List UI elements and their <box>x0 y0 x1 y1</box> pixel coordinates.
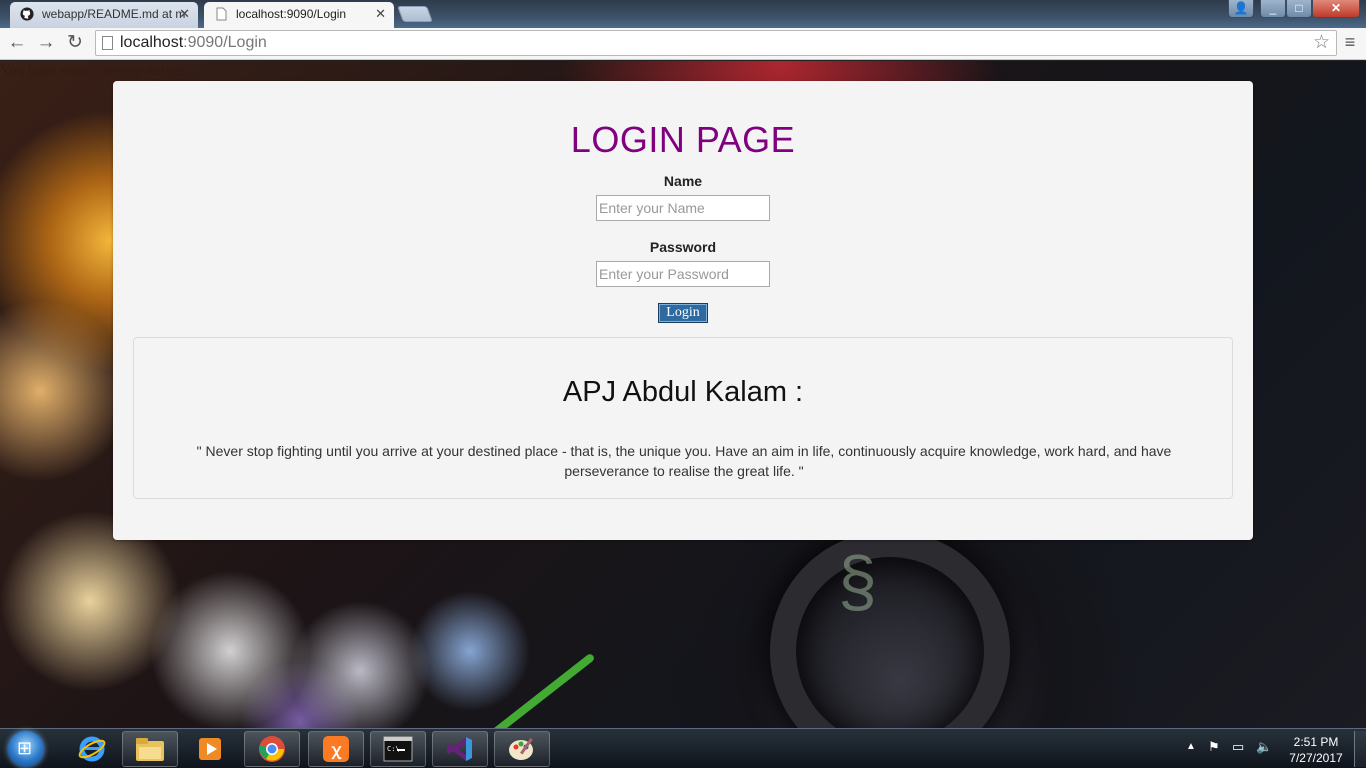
tab-localhost-login[interactable]: localhost:9090/Login ✕ <box>204 2 394 28</box>
page-icon <box>102 36 113 50</box>
windows-logo-icon: ⊞ <box>17 738 33 758</box>
xampp-icon[interactable]: ꭓ <box>308 731 364 767</box>
tray-expand-icon[interactable]: ▲ <box>1186 741 1196 768</box>
tab-label: localhost:9090/Login <box>236 7 347 21</box>
quote-panel: APJ Abdul Kalam : " Never stop fighting … <box>133 337 1233 499</box>
browser-toolbar: ← → ↻ localhost:9090/Login ☆ ≡ <box>0 28 1366 60</box>
maximize-button[interactable]: □ <box>1286 0 1312 18</box>
clock-time: 2:51 PM <box>1293 735 1339 749</box>
close-icon[interactable]: ✕ <box>179 2 190 26</box>
login-card: LOGIN PAGE Name Password Login APJ Abdul… <box>113 81 1253 540</box>
paint-icon[interactable] <box>494 731 550 767</box>
show-desktop-button[interactable] <box>1354 731 1366 767</box>
page-viewport: You have enter a wrong details. § LOGIN … <box>0 61 1366 728</box>
action-center-flag-icon[interactable]: ⚑ <box>1208 739 1220 768</box>
network-icon[interactable]: ▭ <box>1232 739 1244 768</box>
background-decoration <box>770 531 1010 728</box>
tab-github-readme[interactable]: webapp/README.md at m ✕ <box>10 2 198 28</box>
password-input[interactable] <box>596 261 770 287</box>
back-arrow-icon[interactable]: ← <box>5 32 29 56</box>
close-window-button[interactable]: ✕ <box>1312 0 1360 18</box>
name-input[interactable] <box>596 195 770 221</box>
bookmark-star-icon[interactable]: ☆ <box>1313 31 1330 55</box>
clock-date: 7/27/2017 <box>1289 751 1343 765</box>
minimize-button[interactable]: _ <box>1260 0 1286 18</box>
login-button[interactable]: Login <box>658 303 708 323</box>
quote-author: APJ Abdul Kalam : <box>562 376 804 408</box>
page-icon <box>216 7 227 21</box>
github-icon <box>20 7 34 21</box>
background-decoration <box>464 652 596 728</box>
media-player-icon[interactable] <box>182 731 238 767</box>
chrome-icon[interactable] <box>244 731 300 767</box>
reload-icon[interactable]: ↻ <box>63 32 87 56</box>
menu-icon[interactable]: ≡ <box>1340 32 1360 53</box>
internet-explorer-icon[interactable] <box>64 731 120 767</box>
visual-studio-icon[interactable] <box>432 731 488 767</box>
url-host: localhost <box>120 34 184 51</box>
new-tab-button[interactable] <box>397 6 433 22</box>
quote-text: " Never stop fighting until you arrive a… <box>196 443 1172 479</box>
forward-arrow-icon[interactable]: → <box>34 32 58 56</box>
browser-tab-strip: webapp/README.md at m ✕ localhost:9090/L… <box>0 0 1366 28</box>
address-bar[interactable]: localhost:9090/Login ☆ <box>95 30 1337 56</box>
name-label: Name <box>663 173 703 189</box>
volume-muted-icon[interactable]: 🔈 <box>1256 739 1272 768</box>
user-profile-icon[interactable]: 👤 <box>1228 0 1254 18</box>
error-message: You have enter a wrong details. <box>0 63 190 79</box>
command-prompt-icon[interactable]: C:\ <box>370 731 426 767</box>
page-title: LOGIN PAGE <box>570 119 796 160</box>
razer-logo-icon: § <box>838 542 877 620</box>
url-path: :9090/Login <box>183 34 267 51</box>
taskbar-clock[interactable]: 2:51 PM 7/27/2017 <box>1282 734 1350 766</box>
taskbar: ⊞ ꭓ C:\ ▲ ⚑ ▭ 🔈 2:51 PM 7/27/2017 <box>0 728 1366 768</box>
password-label: Password <box>649 239 717 255</box>
file-explorer-icon[interactable] <box>122 731 178 767</box>
close-icon[interactable]: ✕ <box>375 2 386 26</box>
tab-label: webapp/README.md at m <box>42 7 186 21</box>
start-button[interactable]: ⊞ <box>8 731 44 767</box>
svg-text:ꭓ: ꭓ <box>331 740 342 760</box>
